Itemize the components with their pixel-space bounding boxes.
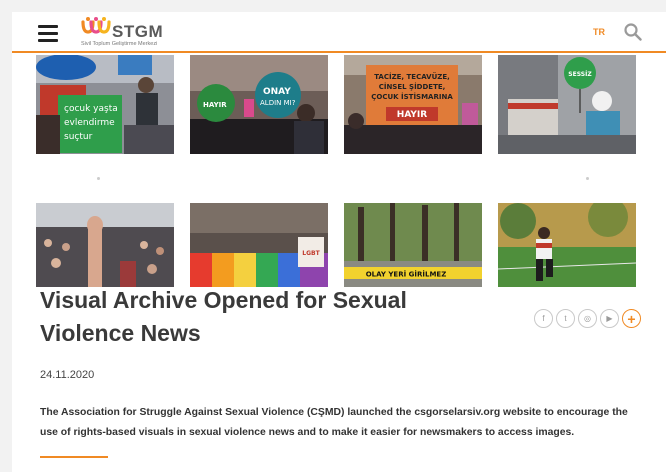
sign-line: CİNSEL ŞİDDETE, — [379, 82, 446, 91]
protest-photo-image: ONAY ALDIN MI? HAYIR — [190, 55, 328, 154]
instagram-icon[interactable]: ◎ — [578, 309, 597, 328]
football-photo-image — [498, 203, 636, 287]
sign-line: SESSİZ — [568, 71, 592, 78]
search-icon[interactable] — [624, 23, 642, 41]
accent-divider — [40, 456, 108, 458]
sign-line: çocuk yaşta — [64, 104, 118, 114]
sign-line: suçtur — [64, 132, 93, 142]
protest-photo-image: LGBT — [190, 203, 328, 287]
social-share-bar: f t ◎ ▶ + — [534, 309, 641, 329]
logo-wordmark: STGM — [112, 22, 164, 41]
gallery-dot — [586, 177, 589, 180]
article-card: STGM Sivil Toplum Geliştirme Merkezi TR … — [12, 12, 666, 472]
article-title: Visual Archive Opened for Sexual Violenc… — [40, 287, 407, 346]
site-header: STGM Sivil Toplum Geliştirme Merkezi TR — [12, 12, 666, 53]
plus-icon[interactable]: + — [622, 309, 641, 328]
gallery-photo[interactable]: ONAY ALDIN MI? HAYIR — [190, 55, 328, 154]
gallery-photo[interactable]: OLAY YERİ GİRİLMEZ — [344, 203, 482, 287]
sign-line: ONAY — [263, 87, 291, 97]
logo-mark-icon — [81, 17, 111, 34]
sign-line: ÇOCUK İSTİSMARINA — [371, 92, 453, 101]
protest-photo-image: çocuk yaşta evlendirme suçtur — [36, 55, 174, 154]
gallery-photo[interactable]: çocuk yaşta evlendirme suçtur — [36, 55, 174, 154]
article-lead: The Association for Struggle Against Sex… — [40, 407, 628, 438]
gallery-photo[interactable] — [36, 203, 174, 287]
sign-line: evlendirme — [64, 118, 115, 128]
language-switch[interactable]: TR — [593, 27, 605, 37]
youtube-icon[interactable]: ▶ — [600, 309, 619, 328]
gallery-dot — [97, 177, 100, 180]
gallery-photo[interactable]: SESSİZ — [498, 55, 636, 154]
gallery-photo[interactable]: LGBT — [190, 203, 328, 287]
sign-line: LGBT — [302, 250, 320, 257]
facebook-icon[interactable]: f — [534, 309, 553, 328]
logo-subtitle: Sivil Toplum Geliştirme Merkezi — [81, 41, 158, 47]
hamburger-menu-icon[interactable] — [38, 25, 58, 42]
sign-line: ALDIN MI? — [260, 99, 296, 107]
gallery-photo[interactable] — [498, 203, 636, 287]
photo-gallery: çocuk yaşta evlendirme suçtur ONAY ALDIN… — [12, 55, 666, 287]
stgm-logo[interactable]: STGM Sivil Toplum Geliştirme Merkezi — [80, 16, 190, 50]
gallery-photo[interactable]: TACİZE, TECAVÜZE, CİNSEL ŞİDDETE, ÇOCUK … — [344, 55, 482, 154]
crime-scene-photo-image: OLAY YERİ GİRİLMEZ — [344, 203, 482, 287]
sign-line: HAYIR — [397, 110, 428, 120]
article-date: 24.11.2020 — [40, 369, 95, 381]
twitter-icon[interactable]: t — [556, 309, 575, 328]
sign-line: TACİZE, TECAVÜZE, — [374, 72, 450, 81]
sign-line: OLAY YERİ GİRİLMEZ — [366, 270, 447, 279]
protest-photo-image: TACİZE, TECAVÜZE, CİNSEL ŞİDDETE, ÇOCUK … — [344, 55, 482, 154]
protest-photo-image — [36, 203, 174, 287]
sign-line: HAYIR — [203, 101, 227, 109]
protest-photo-image: SESSİZ — [498, 55, 636, 154]
